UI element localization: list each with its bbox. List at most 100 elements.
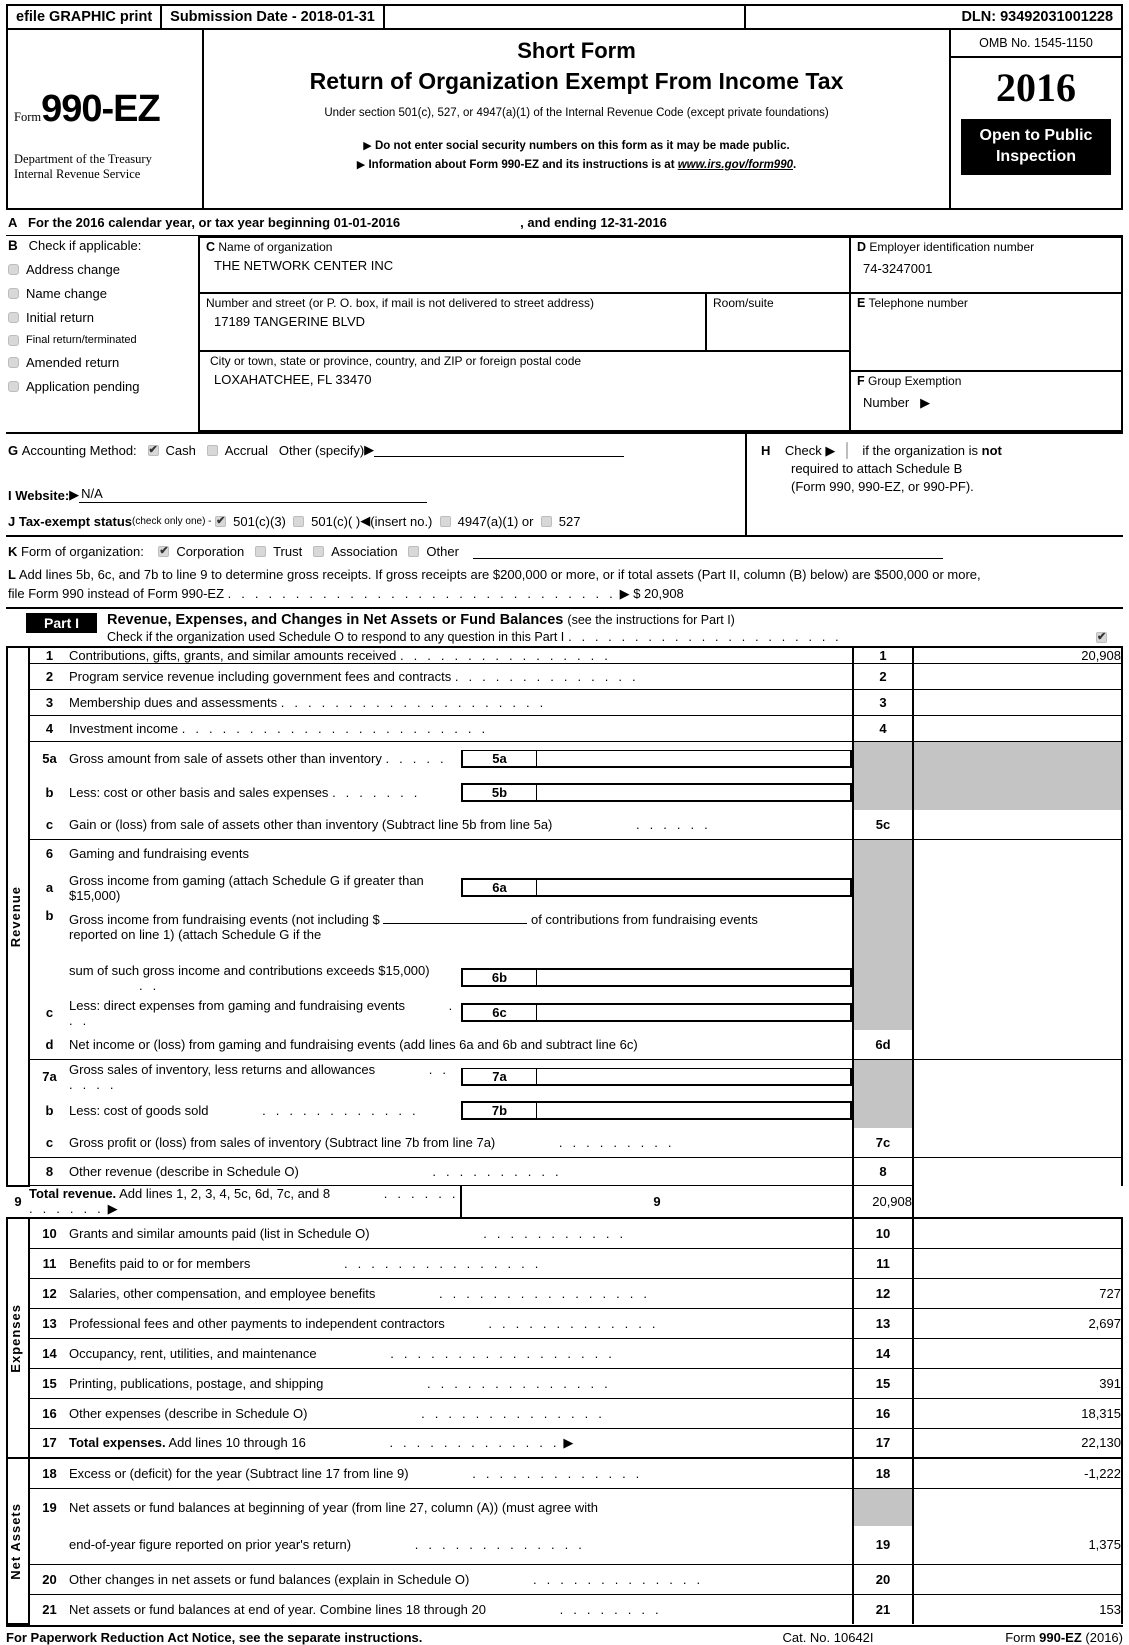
line-number-3: 3: [29, 689, 69, 716]
amount-9[interactable]: 20,908: [853, 1185, 914, 1218]
table-row-7b: b Less: cost of goods sold . . . . . . .…: [7, 1093, 1123, 1128]
line-number-6: 6: [29, 839, 69, 868]
line-number-12: 12: [29, 1277, 69, 1308]
checkbox-final-return[interactable]: Final return/terminated: [8, 334, 198, 346]
input-fundraising-contributions[interactable]: [383, 910, 528, 924]
amount-8[interactable]: [913, 1157, 1123, 1186]
line-number-1: 1: [29, 646, 69, 664]
subbox-value-7b[interactable]: [535, 1101, 852, 1120]
subbox-value-6b[interactable]: [535, 968, 852, 987]
footer-form-number: 990-EZ: [1039, 1630, 1082, 1645]
amount-7c[interactable]: [913, 1127, 1123, 1158]
amount-14[interactable]: [913, 1337, 1123, 1368]
amount-2[interactable]: [913, 663, 1123, 690]
amount-4[interactable]: [913, 715, 1123, 742]
subbox-value-6a[interactable]: [535, 878, 852, 897]
amount-17[interactable]: 22,130: [913, 1427, 1123, 1458]
amount-3[interactable]: [913, 689, 1123, 716]
checkbox-icon-accrual[interactable]: [206, 444, 218, 456]
line-desc-6: Gaming and fundraising events: [69, 839, 853, 868]
checkbox-icon-other-org[interactable]: [408, 546, 420, 557]
amount-6d[interactable]: [913, 1029, 1123, 1060]
group-exemption-number-label: Number: [863, 395, 910, 410]
box-number-5c: 5c: [852, 809, 914, 840]
checkbox-icon-initial-return[interactable]: [8, 312, 19, 323]
checkbox-icon-association[interactable]: [313, 546, 325, 557]
amount-19[interactable]: 1,375: [913, 1526, 1123, 1564]
right-arrow-icon-g: ▶: [364, 442, 375, 457]
section-l-gross-receipts: L Add lines 5b, 6c, and 7b to line 9 to …: [6, 565, 1123, 607]
checkbox-address-change[interactable]: Address change: [8, 262, 198, 277]
checkbox-icon-501c3[interactable]: [215, 514, 227, 527]
subbox-cell-5a: 5a: [460, 741, 853, 776]
subbox-cell-7b: 7b: [460, 1094, 853, 1128]
amount-12[interactable]: 727: [913, 1277, 1123, 1308]
org-name-row: C Name of organization THE NETWORK CENTE…: [200, 238, 849, 294]
amount-13[interactable]: 2,697: [913, 1307, 1123, 1338]
checkbox-icon-corporation[interactable]: [158, 544, 170, 557]
box-number-12: 12: [852, 1277, 914, 1308]
line-desc-6a: Gross income from gaming (attach Schedul…: [69, 872, 424, 903]
checkbox-icon-name-change[interactable]: [8, 288, 19, 299]
org-street-value: 17189 TANGERINE BLVD: [214, 314, 366, 329]
line-number-6d: d: [45, 1036, 54, 1052]
org-name-label-group: C Name of organization: [206, 240, 849, 254]
checkbox-icon-cash[interactable]: [147, 443, 159, 456]
line-number-9: 9: [7, 1185, 29, 1218]
line-number-6a: a: [45, 880, 54, 895]
subbox-label-7a: 7a: [460, 1067, 537, 1086]
line-desc-7b: Less: cost of goods sold . . . . . . . .…: [69, 1094, 461, 1128]
checkbox-icon-application-pending[interactable]: [8, 381, 19, 392]
line-number-19-blank: [29, 1526, 69, 1564]
amount-18[interactable]: -1,222: [913, 1457, 1123, 1488]
line-desc-9: Total revenue. Add lines 1, 2, 3, 4, 5c,…: [29, 1185, 461, 1218]
section-a-text-mid: , and ending: [520, 215, 597, 230]
checkbox-icon-schedule-b[interactable]: [846, 442, 849, 459]
checkbox-icon-amended-return[interactable]: [8, 357, 19, 368]
input-other-org-type[interactable]: [472, 545, 943, 559]
checkbox-icon-501c[interactable]: [293, 515, 305, 527]
checkbox-initial-return[interactable]: Initial return: [8, 310, 198, 325]
checkbox-name-change[interactable]: Name change: [8, 286, 198, 301]
table-row-6: 6 Gaming and fundraising events: [7, 839, 1123, 868]
ein-label: Employer identification number: [869, 240, 1035, 254]
checkbox-amended-return[interactable]: Amended return: [8, 355, 198, 370]
subbox-value-5a[interactable]: [535, 749, 852, 768]
irs-form990-link[interactable]: www.irs.gov/form990: [678, 159, 793, 171]
line-number-18: 18: [29, 1457, 69, 1488]
checkbox-icon-4947a1[interactable]: [439, 515, 451, 527]
form-990ez-page: efile GRAPHIC print Submission Date - 20…: [0, 0, 1129, 1645]
line-desc-bold-9: Total revenue.: [29, 1186, 117, 1201]
checkbox-icon-527[interactable]: [540, 515, 552, 527]
amount-1[interactable]: 20,908: [913, 646, 1123, 664]
checkbox-icon-trust[interactable]: [255, 546, 267, 557]
checkbox-application-pending[interactable]: Application pending: [8, 379, 198, 394]
section-l-line1: L Add lines 5b, 6c, and 7b to line 9 to …: [8, 565, 1123, 584]
amount-21[interactable]: 153: [913, 1593, 1123, 1624]
amount-5b-gray: [913, 775, 1123, 810]
org-city-label: City or town, state or province, country…: [210, 354, 582, 368]
checkbox-icon-address-change[interactable]: [8, 264, 19, 275]
amount-10[interactable]: [913, 1217, 1123, 1248]
amount-20[interactable]: [913, 1563, 1123, 1594]
leader-dots-5a: . . . . .: [385, 751, 447, 767]
subbox-value-7a[interactable]: [535, 1067, 852, 1086]
line-number-6c: c: [45, 1005, 54, 1020]
input-accounting-other[interactable]: [374, 443, 625, 457]
input-website[interactable]: N/A: [79, 486, 428, 503]
subbox-value-5b[interactable]: [535, 783, 852, 802]
box-number-15: 15: [852, 1367, 914, 1398]
amount-11[interactable]: [913, 1247, 1123, 1278]
line-desc-text-1: Contributions, gifts, grants, and simila…: [69, 648, 397, 663]
table-row-10: Expenses 10 Grants and similar amounts p…: [6, 1217, 1123, 1459]
checkbox-icon-schedule-o[interactable]: [1096, 630, 1107, 643]
amount-16[interactable]: 18,315: [913, 1397, 1123, 1428]
amount-15[interactable]: 391: [913, 1367, 1123, 1398]
line-number-7b: b: [45, 1103, 54, 1118]
table-row-8: 8 Other revenue (describe in Schedule O)…: [7, 1157, 1123, 1186]
amount-5c[interactable]: [913, 809, 1123, 840]
group-exemption-label: Group Exemption: [867, 374, 962, 388]
checkbox-icon-final-return[interactable]: [8, 334, 19, 346]
subbox-value-6c[interactable]: [535, 1003, 852, 1022]
tax-year-end-date: 12-31-2016: [600, 215, 667, 230]
